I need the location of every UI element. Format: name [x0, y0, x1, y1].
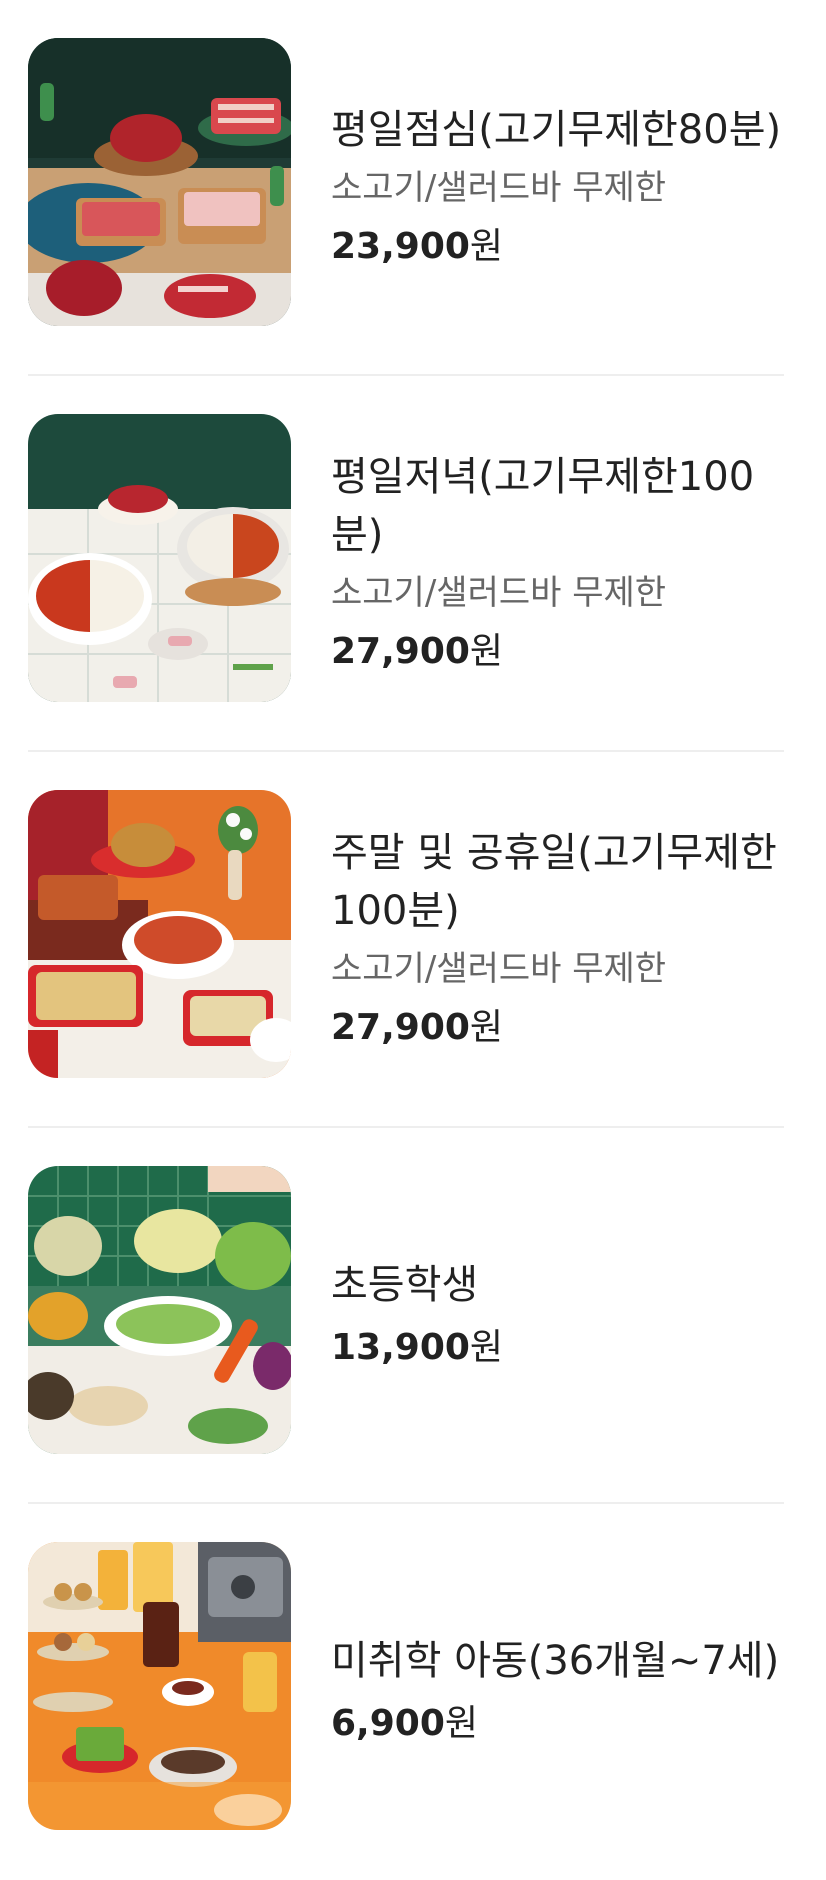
- beef-platter-image[interactable]: [28, 38, 291, 326]
- menu-item[interactable]: 평일점심(고기무제한80분) 소고기/샐러드바 무제한 23,900원: [0, 0, 826, 376]
- menu-item-description: 소고기/샐러드바 무제한: [331, 949, 667, 989]
- price-currency: 원: [469, 1327, 504, 1368]
- price-amount: 13,900: [331, 1327, 470, 1368]
- price-amount: 27,900: [331, 631, 470, 672]
- menu-item[interactable]: 초등학생 13,900원: [0, 1128, 826, 1504]
- menu-item-description: 소고기/샐러드바 무제한: [331, 168, 667, 208]
- menu-item-price: 27,900원: [331, 1000, 796, 1056]
- menu-item-name: 주말 및 공휴일(고기무제한100분): [331, 830, 777, 934]
- menu-item-description: 소고기/샐러드바 무제한: [331, 573, 667, 613]
- price-currency: 원: [469, 226, 504, 267]
- menu-item-info: 미취학 아동(36개월~7세) 6,900원: [331, 1504, 796, 1880]
- menu-item-name: 미취학 아동(36개월~7세): [331, 1638, 780, 1684]
- menu-item-name: 평일점심(고기무제한80분): [331, 107, 782, 153]
- menu-item-info: 주말 및 공휴일(고기무제한100분) 소고기/샐러드바 무제한 27,900원: [331, 752, 796, 1128]
- menu-item[interactable]: 미취학 아동(36개월~7세) 6,900원: [0, 1504, 826, 1880]
- menu-item-price: 13,900원: [331, 1320, 796, 1376]
- menu-item-price: 6,900원: [331, 1696, 796, 1752]
- menu-item[interactable]: 주말 및 공휴일(고기무제한100분) 소고기/샐러드바 무제한 27,900원: [0, 752, 826, 1128]
- menu-item-name: 평일저녁(고기무제한100분): [331, 454, 755, 558]
- price-currency: 원: [444, 1703, 478, 1744]
- price-amount: 23,900: [331, 226, 470, 267]
- dessert-table-image[interactable]: [28, 1542, 291, 1830]
- vegetables-image[interactable]: [28, 1166, 291, 1454]
- buffet-dishes-image[interactable]: [28, 790, 291, 1078]
- price-currency: 원: [469, 1007, 504, 1048]
- menu-item-info: 평일저녁(고기무제한100분) 소고기/샐러드바 무제한 27,900원: [331, 376, 796, 752]
- menu-item-price: 23,900원: [331, 219, 796, 275]
- price-amount: 6,900: [331, 1703, 445, 1744]
- hotpot-image[interactable]: [28, 414, 291, 702]
- menu-item-info: 초등학생 13,900원: [331, 1128, 796, 1504]
- menu-item-name: 초등학생: [331, 1262, 479, 1308]
- menu-item[interactable]: 평일저녁(고기무제한100분) 소고기/샐러드바 무제한 27,900원: [0, 376, 826, 752]
- price-amount: 27,900: [331, 1007, 470, 1048]
- menu-list: 평일점심(고기무제한80분) 소고기/샐러드바 무제한 23,900원 평일저녁…: [0, 0, 826, 1880]
- menu-item-info: 평일점심(고기무제한80분) 소고기/샐러드바 무제한 23,900원: [331, 0, 796, 376]
- price-currency: 원: [469, 631, 504, 672]
- menu-item-price: 27,900원: [331, 624, 796, 680]
